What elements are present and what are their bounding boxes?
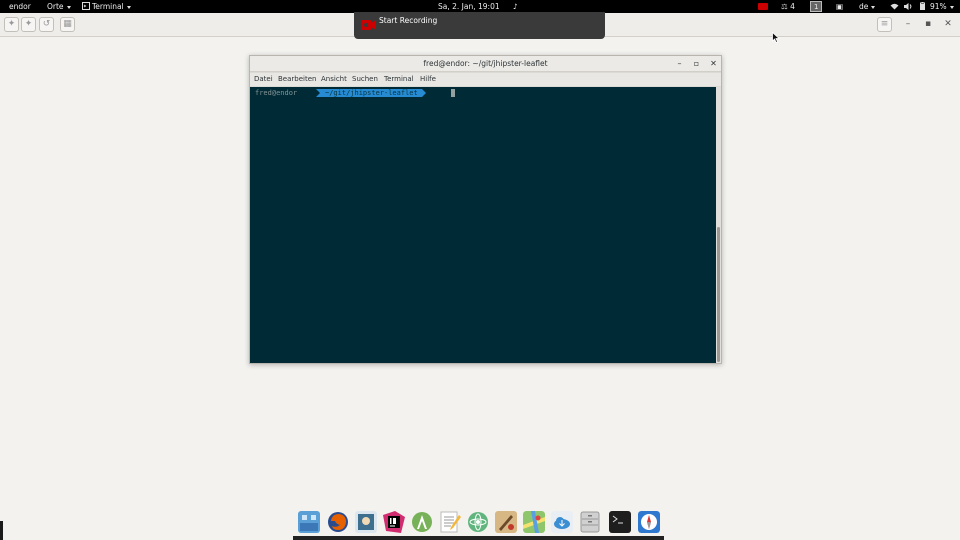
scrollbar-thumb[interactable] [717,227,720,362]
text-editor-icon[interactable] [439,511,461,533]
menu-bearbeiten[interactable]: Bearbeiten [278,75,316,83]
cloud-download-icon[interactable] [551,511,573,533]
battery-percent: 91% [930,2,947,11]
places-menu[interactable]: Orte [47,0,71,13]
notification-banner[interactable]: Start Recording [354,12,605,39]
menu-suchen[interactable]: Suchen [352,75,378,83]
close-icon[interactable]: ✕ [708,58,719,69]
camera-recording-icon [361,20,376,30]
terminal-menubar: Datei Bearbeiten Ansicht Suchen Terminal… [250,73,721,86]
menu-datei[interactable]: Datei [254,75,273,83]
image-viewer-icon[interactable] [355,511,377,533]
menu-ansicht[interactable]: Ansicht [321,75,347,83]
prompt-user: fred@endor [255,89,298,97]
finder-icon[interactable] [298,511,320,533]
edge-strip [0,521,3,540]
terminal-scrollbar[interactable] [716,87,721,363]
text-cursor [451,89,455,97]
shell-prompt: fred@endor ~/git/jhipster-leaflet [255,89,455,97]
keyboard-layout-label: de [859,2,869,11]
maximize-icon[interactable]: ▫ [691,58,702,69]
close-icon[interactable]: ✕ [942,18,954,31]
workspace-indicator[interactable]: ⚖ 4 [781,0,795,13]
workspace-count: 4 [790,2,795,11]
maximize-icon[interactable]: ▪ [922,18,934,31]
battery-icon[interactable] [920,0,925,13]
intellij-icon[interactable] [383,511,405,533]
menu-terminal[interactable]: Terminal [384,75,414,83]
window-list-icon[interactable]: ▣ [836,0,843,13]
terminal-icon[interactable] [609,511,631,533]
minimize-icon[interactable]: – [902,18,914,31]
forward-button[interactable]: ✦ [21,17,36,32]
dock-shelf [293,536,664,540]
maps-icon[interactable] [523,511,545,533]
file-cabinet-icon[interactable] [579,511,601,533]
terminal-titlebar[interactable]: fred@endor: ~/git/jhipster-leaflet – ▫ ✕ [250,56,721,72]
firefox-icon[interactable] [327,511,349,533]
safari-icon[interactable] [638,511,660,533]
window-title: fred@endor: ~/git/jhipster-leaflet [423,59,548,68]
keyboard-layout[interactable]: de [859,0,876,13]
accessibility-icon: ⚖ [781,2,788,11]
terminal-window[interactable]: fred@endor: ~/git/jhipster-leaflet – ▫ ✕… [249,55,722,364]
minimize-icon[interactable]: – [674,58,685,69]
chevron-down-icon [949,5,954,9]
mouse-pointer-icon [772,32,780,43]
workspace-switcher[interactable]: 1 [810,1,823,12]
terminal-app-icon [82,2,90,10]
battery-status[interactable]: 91% [930,0,954,13]
reload-icon[interactable]: ↺ [39,17,54,32]
volume-icon[interactable] [904,0,913,13]
app-menu[interactable]: Terminal [82,0,131,13]
wifi-icon[interactable] [890,0,899,13]
atom-icon[interactable] [467,511,489,533]
hamburger-menu-icon[interactable]: ≡ [877,17,892,32]
app-menu-label: Terminal [92,2,124,11]
hostname-label[interactable]: endor [9,0,31,13]
chevron-down-icon [66,5,71,9]
android-studio-icon[interactable] [411,511,433,533]
chevron-down-icon [871,5,876,9]
terminal-content[interactable]: fred@endor ~/git/jhipster-leaflet [250,87,716,363]
prompt-directory: ~/git/jhipster-leaflet [316,89,426,97]
chevron-down-icon [126,5,131,9]
bookmark-icon[interactable]: ▦ [60,17,75,32]
notification-title: Start Recording [379,16,438,25]
places-menu-label: Orte [47,2,64,11]
paint-icon[interactable] [495,511,517,533]
back-button[interactable]: ✦ [4,17,19,32]
menu-hilfe[interactable]: Hilfe [420,75,436,83]
